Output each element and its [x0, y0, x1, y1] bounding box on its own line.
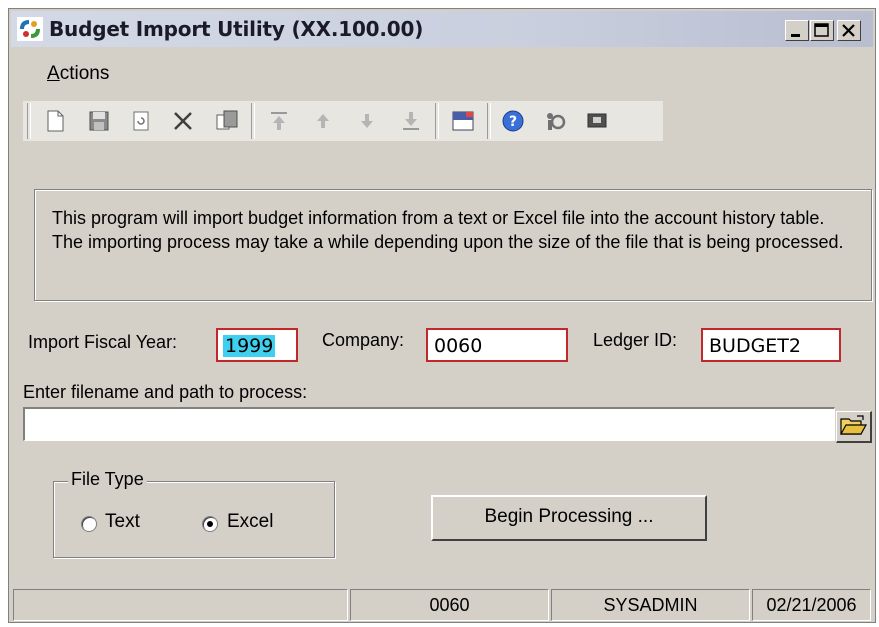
window-title: Budget Import Utility (XX.100.00)	[49, 17, 424, 41]
fiscal-year-label: Import Fiscal Year:	[28, 332, 178, 352]
fiscal-year-value: 1999	[223, 335, 276, 357]
minimize-icon	[791, 34, 800, 37]
file-type-title: File Type	[68, 469, 147, 490]
note-icon	[452, 111, 474, 131]
help-button[interactable]: ?	[499, 107, 527, 135]
next-button[interactable]	[353, 107, 381, 135]
status-company: 0060	[350, 589, 549, 621]
toolbar-separator	[487, 103, 491, 139]
last-button[interactable]	[397, 107, 425, 135]
browse-button[interactable]	[836, 411, 872, 443]
title-bar[interactable]: Budget Import Utility (XX.100.00)	[11, 11, 873, 47]
radio-text[interactable]	[81, 516, 97, 532]
save-button[interactable]	[85, 107, 113, 135]
radio-excel[interactable]	[202, 516, 218, 532]
next-icon	[361, 114, 373, 128]
app-logo-icon	[17, 17, 43, 41]
first-button[interactable]	[265, 107, 293, 135]
refresh-button[interactable]	[127, 107, 155, 135]
new-icon	[47, 110, 64, 132]
toolbar-grip	[27, 103, 31, 139]
delete-button[interactable]	[169, 107, 197, 135]
radio-selected-dot	[207, 521, 213, 527]
company-label: Company:	[322, 330, 405, 350]
help-icon: ?	[502, 110, 524, 132]
screen-button[interactable]	[583, 107, 611, 135]
save-icon	[89, 111, 109, 131]
menu-actions-label: ctions	[59, 63, 110, 84]
refresh-icon	[133, 111, 149, 131]
company-field[interactable]: 0060	[426, 328, 568, 362]
previous-icon	[317, 114, 329, 128]
begin-processing-button[interactable]: Begin Processing ...	[431, 495, 707, 541]
previous-button[interactable]	[309, 107, 337, 135]
ledger-id-value: BUDGET2	[709, 335, 801, 357]
first-icon	[271, 112, 287, 130]
info-text: This program will import budget informat…	[52, 208, 844, 252]
fiscal-year-field[interactable]: 1999	[216, 328, 298, 362]
screen-icon	[587, 113, 607, 128]
minimize-button[interactable]	[785, 20, 809, 41]
last-icon	[403, 112, 419, 130]
menu-bar: Actions	[11, 61, 873, 85]
menu-actions-mnemonic: A	[47, 63, 60, 84]
file-type-group: File Type Text Excel	[53, 469, 335, 558]
file-path-input[interactable]	[23, 407, 835, 441]
open-folder-icon	[839, 415, 868, 435]
radio-excel-label[interactable]: Excel	[227, 511, 273, 533]
close-button[interactable]	[837, 20, 861, 41]
radio-text-label[interactable]: Text	[105, 511, 140, 533]
new-button[interactable]	[41, 107, 69, 135]
toolbar-separator	[435, 103, 439, 139]
copy-button[interactable]	[213, 107, 241, 135]
delete-icon	[174, 112, 192, 130]
customize-icon	[547, 113, 566, 130]
company-value: 0060	[434, 335, 483, 357]
file-path-label: Enter filename and path to process:	[23, 382, 308, 402]
maximize-icon	[814, 23, 829, 37]
ledger-id-label: Ledger ID:	[593, 330, 678, 350]
svg-text:?: ?	[509, 114, 517, 130]
toolbar: ?	[23, 101, 663, 141]
info-panel: This program will import budget informat…	[34, 189, 872, 301]
close-icon	[842, 24, 855, 37]
customize-button[interactable]	[541, 107, 569, 135]
note-button[interactable]	[449, 107, 477, 135]
status-user: SYSADMIN	[551, 589, 750, 621]
status-message	[13, 589, 348, 621]
status-date: 02/21/2006	[752, 589, 871, 621]
copy-icon	[216, 110, 238, 130]
maximize-button[interactable]	[810, 20, 834, 41]
menu-actions[interactable]: Actions	[47, 63, 109, 85]
ledger-id-field[interactable]: BUDGET2	[701, 328, 841, 362]
app-window: Budget Import Utility (XX.100.00) Action…	[8, 8, 876, 623]
toolbar-separator	[251, 103, 255, 139]
